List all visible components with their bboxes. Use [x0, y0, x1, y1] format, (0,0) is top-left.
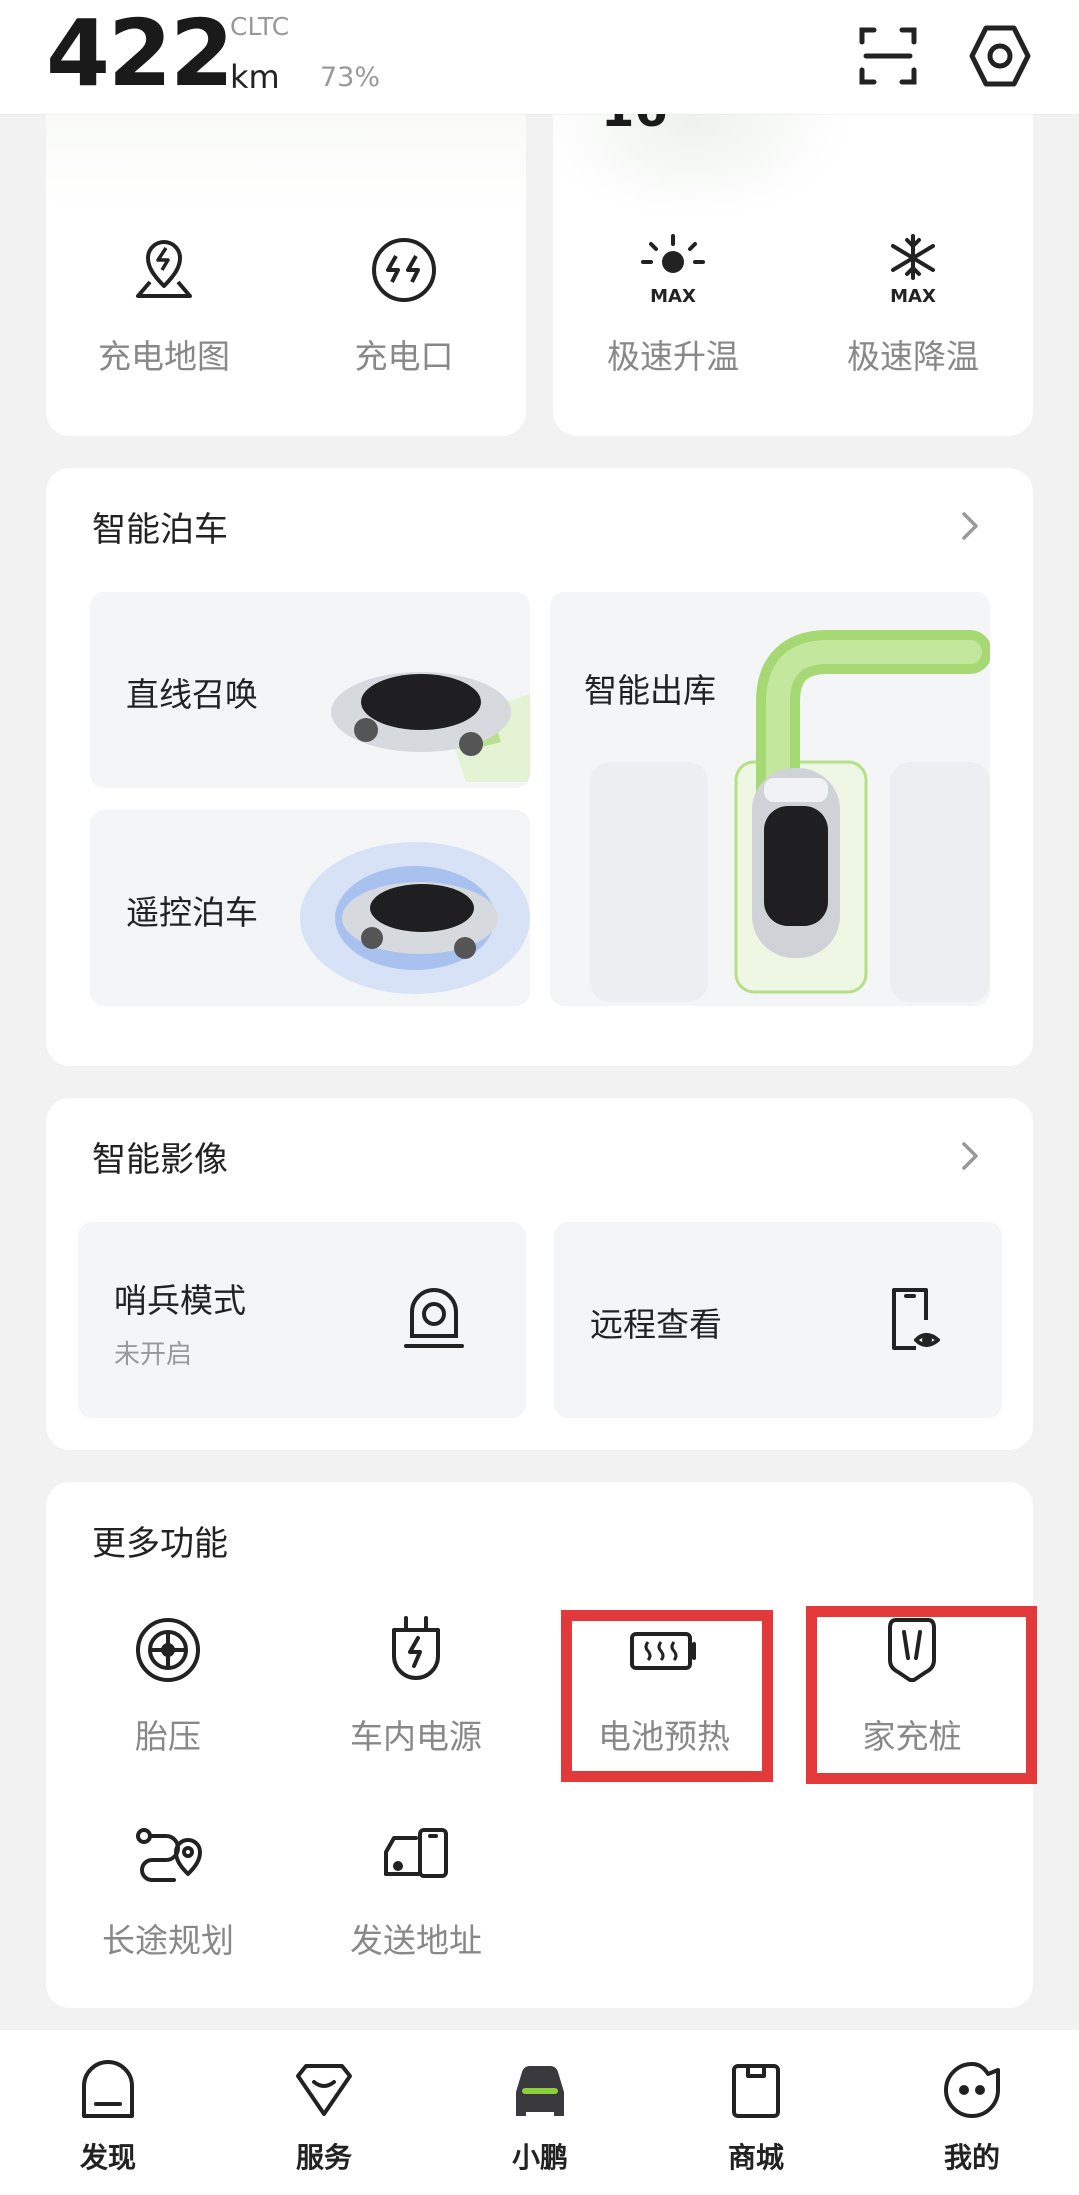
power-plug-icon	[378, 1612, 454, 1688]
charge-port-label: 充电口	[354, 337, 454, 376]
smart-exit-tile[interactable]: 智能出库	[550, 592, 990, 1006]
shop-icon	[724, 2058, 788, 2122]
quick-heat-label: 极速升温	[607, 337, 739, 376]
highlight-box-home-charger	[806, 1606, 1037, 1784]
charging-map-item[interactable]: 充电地图	[64, 232, 264, 378]
bottom-nav: 发现 服务 小鹏 商城 我的	[0, 2030, 1079, 2195]
range-unit: km	[230, 58, 280, 96]
nav-shop[interactable]: 商城	[696, 2058, 816, 2176]
parking-exit-illustration-icon	[590, 630, 990, 1002]
cabin-power-item[interactable]: 车内电源	[316, 1612, 516, 1758]
top-bar: 422 CLTC km 73%	[0, 0, 1079, 114]
car-icon	[508, 2058, 572, 2122]
route-plan-icon	[130, 1816, 206, 1892]
svg-text:MAX: MAX	[650, 286, 696, 307]
charging-map-label: 充电地图	[98, 337, 230, 376]
route-plan-label: 长途规划	[102, 1921, 234, 1960]
nav-shop-label: 商城	[727, 2141, 784, 2174]
quick-heat-item[interactable]: MAX 极速升温	[573, 232, 773, 378]
chevron-right-icon[interactable]	[954, 1136, 984, 1176]
charging-card: 充电地图 充电口	[46, 60, 526, 436]
nav-xpeng[interactable]: 小鹏	[480, 2058, 600, 2176]
more-functions-title: 更多功能	[92, 1524, 228, 1564]
phone-eye-icon	[892, 1288, 940, 1350]
straight-summon-tile[interactable]: 直线召唤	[90, 592, 530, 788]
smart-parking-title: 智能泊车	[92, 510, 228, 550]
remote-view-label: 远程查看	[590, 1305, 722, 1344]
straight-summon-label: 直线召唤	[126, 675, 258, 714]
quick-cool-item[interactable]: MAX 极速降温	[813, 232, 1013, 378]
nav-service[interactable]: 服务	[264, 2058, 384, 2176]
remote-view-tile[interactable]: 远程查看	[554, 1222, 1002, 1418]
remote-parking-tile[interactable]: 遥控泊车	[90, 810, 530, 1006]
range-value: 422	[46, 0, 234, 107]
sentinel-mode-status: 未开启	[114, 1340, 193, 1370]
sentinel-mode-label: 哨兵模式	[114, 1281, 246, 1320]
highlight-box-battery-preheat	[561, 1610, 773, 1782]
tire-pressure-item[interactable]: 胎压	[68, 1612, 268, 1758]
smart-imaging-card: 智能影像 哨兵模式 未开启 远程查看	[46, 1098, 1033, 1450]
send-address-icon	[378, 1816, 454, 1892]
send-address-item[interactable]: 发送地址	[316, 1816, 516, 1962]
nav-profile-label: 我的	[943, 2141, 1000, 2174]
snowflake-max-icon: MAX	[875, 232, 951, 308]
nav-service-label: 服务	[295, 2141, 352, 2174]
svg-text:MAX: MAX	[890, 286, 936, 307]
sentinel-camera-icon	[404, 1288, 464, 1348]
chevron-right-icon[interactable]	[954, 506, 984, 546]
sun-max-icon: MAX	[635, 232, 711, 308]
nav-discover[interactable]: 发现	[48, 2058, 168, 2176]
remote-parking-label: 遥控泊车	[126, 893, 258, 932]
route-plan-item[interactable]: 长途规划	[68, 1816, 268, 1962]
nav-discover-label: 发现	[79, 2141, 136, 2174]
sentinel-mode-tile[interactable]: 哨兵模式 未开启	[78, 1222, 526, 1418]
tire-icon	[130, 1612, 206, 1688]
charge-port-icon	[366, 232, 442, 308]
nav-profile[interactable]: 我的	[912, 2058, 1032, 2176]
service-icon	[292, 2058, 356, 2122]
charging-map-icon	[126, 232, 202, 308]
quick-cool-label: 极速降温	[847, 337, 979, 376]
smart-parking-card: 智能泊车 直线召唤 遥控泊车 智能出库	[46, 468, 1033, 1066]
car-illustration-icon	[331, 672, 530, 782]
car-radar-illustration-icon	[300, 842, 530, 994]
tire-pressure-label: 胎压	[135, 1717, 201, 1756]
battery-percent: 73%	[320, 62, 381, 93]
climate-card: 16 MAX 极速升温 MAX 极速降温	[553, 60, 1033, 436]
discover-icon	[76, 2058, 140, 2122]
charge-port-item[interactable]: 充电口	[304, 232, 504, 378]
send-address-label: 发送地址	[350, 1921, 482, 1960]
range-standard: CLTC	[230, 12, 290, 41]
scan-icon[interactable]	[852, 20, 924, 92]
settings-icon[interactable]	[964, 20, 1036, 92]
smart-imaging-title: 智能影像	[92, 1140, 228, 1180]
profile-icon	[940, 2058, 1004, 2122]
cabin-power-label: 车内电源	[350, 1717, 482, 1756]
nav-xpeng-label: 小鹏	[511, 2141, 568, 2174]
